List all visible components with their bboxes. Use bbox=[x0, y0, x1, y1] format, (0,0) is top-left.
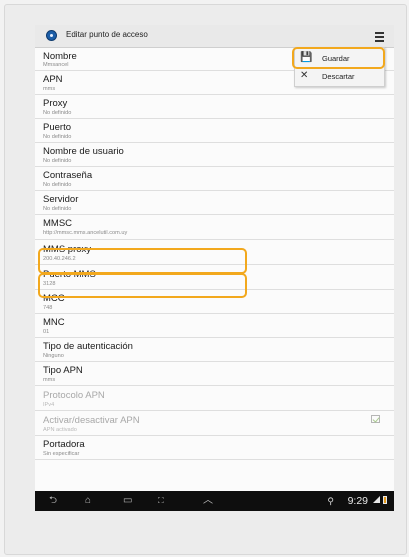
setting-value: 3128 bbox=[43, 281, 56, 287]
setting-value: 748 bbox=[43, 305, 53, 311]
setting-label: Tipo APN bbox=[43, 365, 83, 376]
setting-label: Proxy bbox=[43, 98, 68, 109]
setting-row-mmsc[interactable]: MMSC http://mmsc.mms.ancelutil.com.uy bbox=[35, 215, 394, 240]
setting-label: Puerto bbox=[43, 122, 71, 133]
setting-label: Contraseña bbox=[43, 170, 93, 181]
setting-value: No definido bbox=[43, 182, 72, 188]
screenshot-icon[interactable]: ⛶ bbox=[158, 495, 164, 507]
home-icon[interactable]: ⌂ bbox=[85, 495, 91, 507]
menu-icon-line bbox=[375, 40, 384, 42]
setting-row-protocolo-apn: Protocolo APN IPv4 bbox=[35, 386, 394, 411]
setting-label: Nombre bbox=[43, 51, 77, 62]
setting-value: http://mmsc.mms.ancelutil.com.uy bbox=[43, 230, 128, 236]
signal-icon bbox=[373, 496, 380, 503]
discard-menu-item[interactable]: ✕ Descartar bbox=[295, 67, 384, 85]
save-label: Guardar bbox=[322, 54, 350, 63]
setting-value: 200.40.246.2 bbox=[43, 256, 76, 262]
setting-label: MNC bbox=[43, 317, 65, 328]
close-icon: ✕ bbox=[300, 70, 309, 81]
setting-label: APN bbox=[43, 74, 63, 85]
apn-enabled-checkbox bbox=[371, 415, 380, 423]
setting-label: Protocolo APN bbox=[43, 390, 105, 401]
setting-label: MCC bbox=[43, 293, 65, 304]
setting-value: No definido bbox=[43, 206, 72, 212]
usb-sync-icon: ⚲ bbox=[327, 496, 334, 506]
setting-row-servidor[interactable]: Servidor No definido bbox=[35, 191, 394, 215]
setting-label: Servidor bbox=[43, 194, 79, 205]
setting-value: Mmsancel bbox=[43, 62, 69, 68]
setting-value: Sin especificar bbox=[43, 451, 80, 457]
setting-row-puerto-mms[interactable]: Puerto MMS 3128 bbox=[35, 265, 394, 290]
overflow-dropdown-menu: 💾 Guardar ✕ Descartar bbox=[294, 47, 385, 87]
setting-value: 01 bbox=[43, 329, 50, 335]
page-title: Editar punto de acceso bbox=[66, 30, 148, 39]
setting-row-mnc[interactable]: MNC 01 bbox=[35, 314, 394, 338]
action-bar: Editar punto de acceso bbox=[35, 25, 394, 48]
recent-apps-icon[interactable]: ▭ bbox=[123, 495, 132, 507]
system-nav-bar: ⮌ ⌂ ▭ ⛶ ︿ ⚲ 9:29 bbox=[35, 491, 394, 511]
setting-value: No definido bbox=[43, 158, 72, 164]
setting-label: MMS proxy bbox=[43, 244, 92, 255]
battery-icon bbox=[383, 496, 387, 504]
setting-value: mms bbox=[43, 377, 56, 383]
device-screen: Editar punto de acceso Nombre Mmsancel A… bbox=[35, 25, 394, 511]
menu-icon-line bbox=[375, 36, 384, 38]
up-arrow-icon[interactable]: ︿ bbox=[203, 495, 213, 507]
back-icon[interactable]: ⮌ bbox=[49, 495, 57, 507]
setting-row-tipo-apn[interactable]: Tipo APN mms bbox=[35, 362, 394, 386]
setting-label: Portadora bbox=[43, 439, 85, 450]
floppy-disk-icon: 💾 bbox=[300, 52, 313, 63]
setting-row-contrasena[interactable]: Contraseña No definido bbox=[35, 167, 394, 191]
overflow-menu-button[interactable] bbox=[372, 28, 388, 44]
setting-row-tipo-de-autenticacion[interactable]: Tipo de autenticación Ninguno bbox=[35, 338, 394, 362]
setting-label: Activar/desactivar APN bbox=[43, 415, 140, 426]
setting-label: Tipo de autenticación bbox=[43, 341, 133, 352]
setting-value: APN activado bbox=[43, 427, 77, 433]
setting-label: Nombre de usuario bbox=[43, 146, 124, 157]
setting-row-nombre-de-usuario[interactable]: Nombre de usuario No definido bbox=[35, 143, 394, 167]
setting-row-puerto[interactable]: Puerto No definido bbox=[35, 119, 394, 143]
save-menu-item[interactable]: 💾 Guardar bbox=[295, 49, 384, 67]
setting-row-mcc[interactable]: MCC 748 bbox=[35, 290, 394, 314]
setting-value: No definido bbox=[43, 110, 72, 116]
settings-app-icon bbox=[46, 30, 57, 41]
setting-value: mms bbox=[43, 86, 56, 92]
tablet-frame: Editar punto de acceso Nombre Mmsancel A… bbox=[4, 4, 407, 555]
setting-row-mms-proxy[interactable]: MMS proxy 200.40.246.2 bbox=[35, 240, 394, 265]
setting-row-portadora[interactable]: Portadora Sin especificar bbox=[35, 436, 394, 460]
setting-value: Ninguno bbox=[43, 353, 64, 359]
setting-label: MMSC bbox=[43, 218, 73, 229]
clock: 9:29 bbox=[347, 495, 368, 507]
setting-value: No definido bbox=[43, 134, 72, 140]
menu-icon bbox=[375, 32, 384, 34]
discard-label: Descartar bbox=[322, 72, 355, 81]
setting-row-proxy[interactable]: Proxy No definido bbox=[35, 95, 394, 119]
setting-value: IPv4 bbox=[43, 402, 55, 408]
setting-label: Puerto MMS bbox=[43, 269, 96, 280]
setting-row-activar-apn: Activar/desactivar APN APN activado bbox=[35, 411, 394, 436]
